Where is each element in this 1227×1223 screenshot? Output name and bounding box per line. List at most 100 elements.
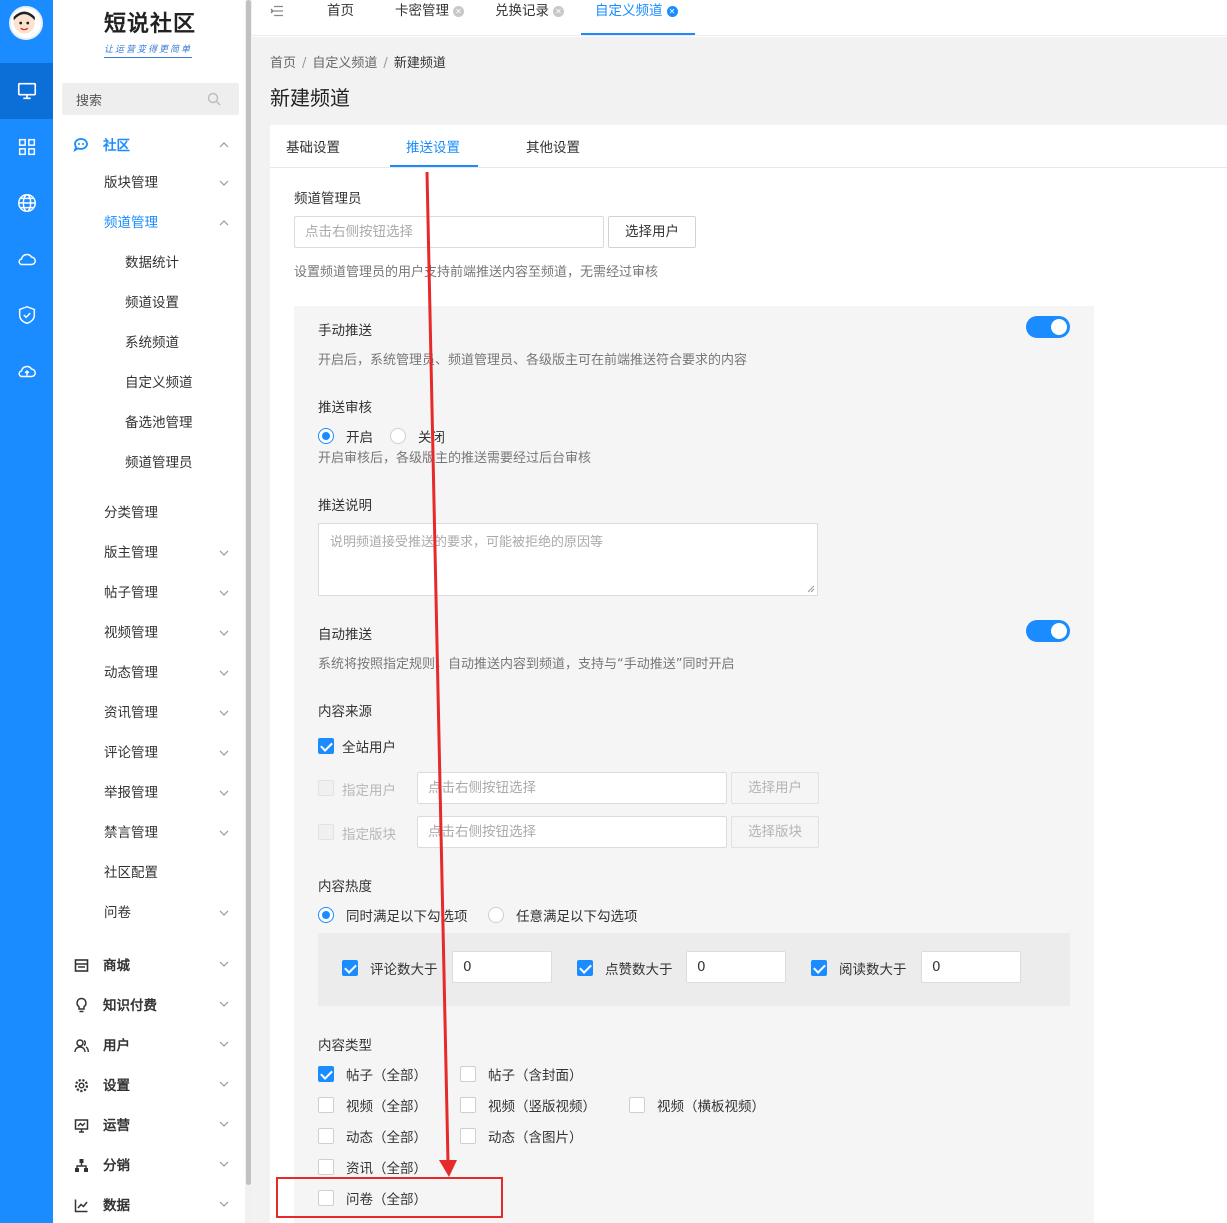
type-video-horizontal-checkbox[interactable] [629, 1097, 645, 1113]
heat-any-label[interactable]: 任意满足以下勾选项 [516, 905, 638, 925]
type-feed-all-checkbox[interactable] [318, 1128, 334, 1144]
type-video-all-label[interactable]: 视频（全部） [346, 1095, 427, 1115]
close-icon[interactable]: ✕ [553, 6, 564, 17]
reads-input[interactable]: 0 [921, 951, 1021, 983]
menu-category-mgmt[interactable]: 分类管理 [104, 503, 158, 523]
tab-card-secret[interactable]: 卡密管理 ✕ [395, 0, 464, 36]
reads-checkbox[interactable] [811, 960, 827, 976]
tab-custom-channel[interactable]: 自定义频道 ✕ [595, 0, 678, 36]
specified-user-checkbox[interactable] [318, 780, 334, 796]
menu-survey[interactable]: 问卷 [104, 903, 131, 923]
type-post-all-checkbox[interactable] [318, 1066, 334, 1082]
menu-report-mgmt[interactable]: 举报管理 [104, 783, 158, 803]
admin-picker-input[interactable]: 点击右侧按钮选择 [294, 216, 604, 248]
menu-candidate-pool[interactable]: 备选池管理 [125, 413, 193, 433]
tab-basic-settings[interactable]: 基础设置 [286, 136, 340, 156]
menu-channel-mgmt[interactable]: 频道管理 [104, 213, 158, 233]
auto-push-hint: 系统将按照指定规则，自动推送内容到频道，支持与“手动推送”同时开启 [318, 657, 735, 672]
cloud-upload-icon[interactable] [0, 343, 53, 399]
specified-block-input[interactable]: 点击右侧按钮选择 [417, 816, 727, 848]
type-video-vertical-label[interactable]: 视频（竖版视频） [488, 1095, 596, 1115]
menu-channel-settings[interactable]: 频道设置 [125, 293, 179, 313]
cloud-icon[interactable] [0, 231, 53, 287]
menu-settings[interactable]: 设置 [103, 1076, 130, 1096]
menu-feed-mgmt[interactable]: 动态管理 [104, 663, 158, 683]
menu-custom-channel[interactable]: 自定义频道 [125, 373, 193, 393]
all-users-label[interactable]: 全站用户 [342, 736, 396, 756]
review-off-radio[interactable] [390, 428, 406, 444]
menu-comment-mgmt[interactable]: 评论管理 [104, 743, 158, 763]
select-user-button-disabled[interactable]: 选择用户 [731, 772, 819, 804]
breadcrumb-home[interactable]: 首页 [270, 56, 296, 71]
menu-news-mgmt[interactable]: 资讯管理 [104, 703, 158, 723]
sidebar-scrollbar[interactable] [245, 0, 252, 1223]
comments-checkbox[interactable] [342, 960, 358, 976]
likes-checkbox[interactable] [577, 960, 593, 976]
tab-exchange-record[interactable]: 兑换记录 ✕ [495, 0, 564, 36]
resize-handle-icon[interactable] [807, 585, 815, 593]
type-post-all-label[interactable]: 帖子（全部） [346, 1064, 427, 1084]
menu-knowledge-pay[interactable]: 知识付费 [103, 996, 157, 1016]
push-desc-placeholder: 说明频道接受推送的要求，可能被拒绝的原因等 [330, 535, 604, 550]
type-feed-image-checkbox[interactable] [460, 1128, 476, 1144]
collapse-menu-icon[interactable] [270, 5, 284, 17]
type-news-all-checkbox[interactable] [318, 1159, 334, 1175]
specified-block-label[interactable]: 指定版块 [342, 823, 396, 843]
manual-push-toggle[interactable] [1026, 316, 1070, 338]
push-desc-textarea[interactable]: 说明频道接受推送的要求，可能被拒绝的原因等 [318, 523, 818, 596]
menu-post-mgmt[interactable]: 帖子管理 [104, 583, 158, 603]
type-feed-all-label[interactable]: 动态（全部） [346, 1126, 427, 1146]
auto-push-toggle[interactable] [1026, 620, 1070, 642]
grid-icon[interactable] [0, 119, 53, 175]
all-users-checkbox[interactable] [318, 738, 334, 754]
tab-push-settings[interactable]: 推送设置 [406, 136, 460, 156]
type-feed-image-label[interactable]: 动态（含图片） [488, 1126, 583, 1146]
specified-user-label[interactable]: 指定用户 [342, 779, 396, 799]
comments-input[interactable]: 0 [452, 951, 552, 983]
type-video-all-checkbox[interactable] [318, 1097, 334, 1113]
likes-input[interactable]: 0 [686, 951, 786, 983]
menu-block-mgmt[interactable]: 版块管理 [104, 173, 158, 193]
heat-all-radio[interactable] [318, 907, 334, 923]
menu-community[interactable]: 社区 [103, 136, 130, 156]
tab-other-settings[interactable]: 其他设置 [526, 136, 580, 156]
likes-label[interactable]: 点赞数大于 [605, 958, 673, 978]
review-off-label[interactable]: 关闭 [418, 426, 445, 446]
type-video-horizontal-label[interactable]: 视频（横板视频） [657, 1095, 765, 1115]
type-post-cover-checkbox[interactable] [460, 1066, 476, 1082]
avatar[interactable] [9, 6, 43, 40]
review-on-label[interactable]: 开启 [346, 426, 373, 446]
menu-moderator-mgmt[interactable]: 版主管理 [104, 543, 158, 563]
menu-data-stats[interactable]: 数据统计 [125, 253, 179, 273]
reads-label[interactable]: 阅读数大于 [839, 958, 907, 978]
tab-home[interactable]: 首页 [327, 0, 354, 36]
menu-mute-mgmt[interactable]: 禁言管理 [104, 823, 158, 843]
type-news-all-label[interactable]: 资讯（全部） [346, 1157, 427, 1177]
type-video-vertical-checkbox[interactable] [460, 1097, 476, 1113]
type-post-cover-label[interactable]: 帖子（含封面） [488, 1064, 583, 1084]
menu-channel-admins[interactable]: 频道管理员 [125, 453, 193, 473]
specified-user-input[interactable]: 点击右侧按钮选择 [417, 772, 727, 804]
shield-icon[interactable] [0, 287, 53, 343]
menu-operations[interactable]: 运营 [103, 1116, 130, 1136]
comments-label[interactable]: 评论数大于 [370, 958, 438, 978]
select-block-button[interactable]: 选择版块 [731, 816, 819, 848]
search-input[interactable]: 搜索 [62, 83, 239, 115]
select-user-button[interactable]: 选择用户 [608, 216, 696, 248]
menu-video-mgmt[interactable]: 视频管理 [104, 623, 158, 643]
review-on-radio[interactable] [318, 428, 334, 444]
menu-users[interactable]: 用户 [103, 1036, 130, 1056]
monitor-icon[interactable] [0, 63, 53, 119]
menu-data[interactable]: 数据 [103, 1196, 130, 1216]
close-icon[interactable]: ✕ [453, 6, 464, 17]
menu-system-channel[interactable]: 系统频道 [125, 333, 179, 353]
heat-any-radio[interactable] [488, 907, 504, 923]
menu-community-config[interactable]: 社区配置 [104, 863, 158, 883]
close-icon[interactable]: ✕ [666, 6, 678, 17]
heat-all-label[interactable]: 同时满足以下勾选项 [346, 905, 468, 925]
specified-block-checkbox[interactable] [318, 824, 334, 840]
globe-icon[interactable] [0, 175, 53, 231]
breadcrumb-custom-channel[interactable]: 自定义频道 [312, 56, 377, 71]
menu-distribution[interactable]: 分销 [103, 1156, 130, 1176]
menu-shop[interactable]: 商城 [103, 956, 130, 976]
